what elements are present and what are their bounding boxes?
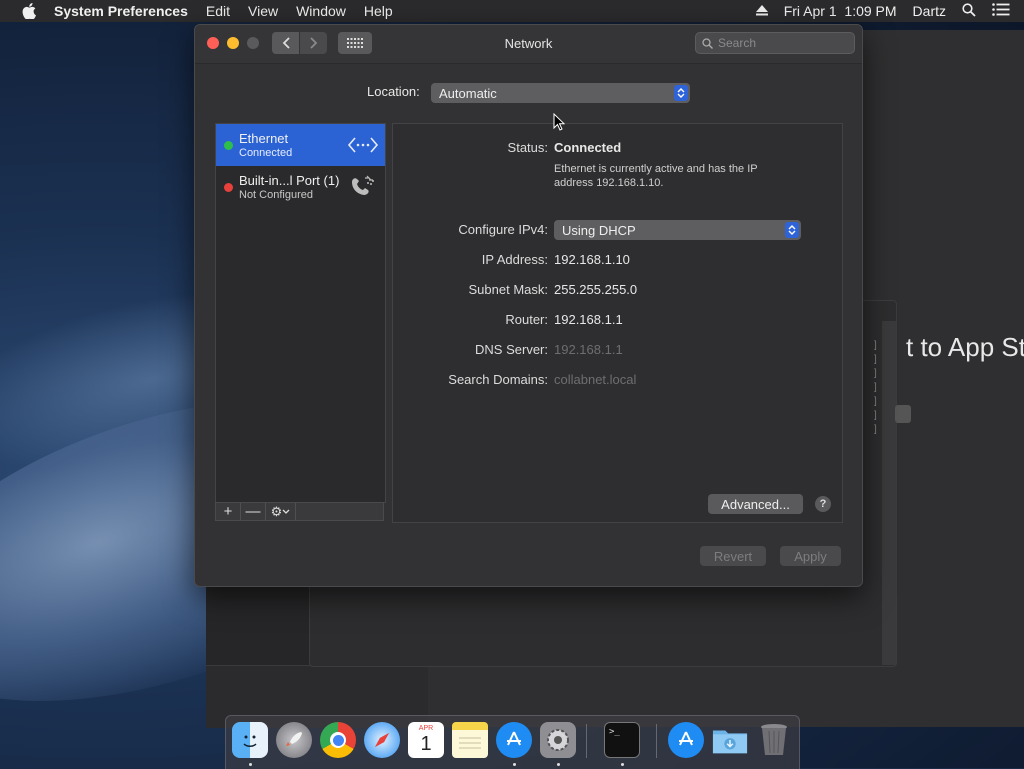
- status-dot-green: [224, 141, 233, 150]
- spotlight-search-icon[interactable]: [962, 2, 976, 20]
- menubar-user[interactable]: Dartz: [913, 3, 946, 19]
- service-item-ethernet[interactable]: Ethernet Connected: [216, 124, 385, 166]
- router-value: 192.168.1.1: [554, 312, 623, 327]
- configure-ipv4-label: Configure IPv4:: [458, 222, 548, 237]
- service-item-builtin-port[interactable]: Built-in...l Port (1) Not Configured: [216, 166, 385, 208]
- title-bar[interactable]: Network Search: [195, 25, 862, 63]
- dns-server-value: 192.168.1.1: [554, 342, 623, 357]
- calendar-icon[interactable]: APR 1: [408, 722, 444, 758]
- network-preferences-window: Network Search Location: Automatic Ether…: [194, 24, 863, 587]
- service-status: Not Configured: [239, 189, 313, 201]
- remove-service-button[interactable]: —: [241, 503, 266, 520]
- location-value: Automatic: [439, 85, 497, 101]
- chevron-down-icon: [282, 509, 290, 514]
- service-name: Ethernet: [239, 131, 289, 146]
- updown-arrows-icon: [785, 222, 799, 238]
- title-separator: [195, 63, 862, 64]
- notification-center-icon[interactable]: [992, 3, 1010, 19]
- revert-button[interactable]: Revert: [700, 546, 766, 566]
- trash-icon[interactable]: [756, 722, 792, 758]
- apply-button[interactable]: Apply: [780, 546, 841, 566]
- app-store-icon[interactable]: [496, 722, 532, 758]
- menu-app-name[interactable]: System Preferences: [54, 3, 188, 19]
- menu-help[interactable]: Help: [364, 3, 393, 19]
- launchpad-icon[interactable]: [276, 722, 312, 758]
- service-details-panel: Status: Connected Ethernet is currently …: [392, 123, 843, 523]
- dns-server-label: DNS Server:: [475, 342, 548, 357]
- updown-arrows-icon: [674, 85, 688, 101]
- running-indicator: [249, 763, 252, 766]
- help-button[interactable]: ?: [815, 496, 831, 512]
- service-list-toolbar: + — ⚙: [215, 502, 384, 521]
- location-label: Location:: [367, 84, 420, 99]
- subnet-mask-label: Subnet Mask:: [468, 282, 549, 297]
- menu-view[interactable]: View: [248, 3, 278, 19]
- dock-separator: [586, 724, 587, 758]
- running-indicator: [557, 763, 560, 766]
- menu-window[interactable]: Window: [296, 3, 346, 19]
- app-store-folder-icon[interactable]: [668, 722, 704, 758]
- service-name: Built-in...l Port (1): [239, 173, 340, 188]
- service-status: Connected: [239, 147, 293, 159]
- status-value: Connected: [554, 140, 622, 155]
- search-domains-value: collabnet.local: [554, 372, 637, 387]
- chrome-icon[interactable]: [320, 722, 356, 758]
- system-preferences-icon[interactable]: [540, 722, 576, 758]
- running-indicator: [513, 763, 516, 766]
- menubar-clock[interactable]: Fri Apr 1 1:09 PM: [784, 3, 897, 19]
- ip-address-value: 192.168.1.10: [554, 252, 630, 267]
- subnet-mask-value: 255.255.255.0: [554, 282, 638, 297]
- finder-icon[interactable]: [232, 722, 268, 758]
- ip-address-label: IP Address:: [481, 252, 548, 267]
- search-field[interactable]: Search: [695, 32, 855, 54]
- background-scrollbar: [882, 321, 896, 665]
- status-description: Ethernet is currently active and has the…: [554, 163, 758, 189]
- safari-icon[interactable]: [364, 722, 400, 758]
- location-popup[interactable]: Automatic: [431, 83, 690, 103]
- gear-icon: ⚙: [270, 503, 283, 519]
- notes-icon[interactable]: [452, 722, 488, 758]
- background-button[interactable]: [895, 405, 911, 423]
- dock-separator: [656, 724, 657, 758]
- running-indicator: [621, 763, 624, 766]
- background-window-text: t to App Sto: [906, 332, 1024, 362]
- configure-ipv4-popup[interactable]: Using DHCP: [554, 220, 801, 240]
- calendar-month: APR: [418, 725, 434, 732]
- add-service-button[interactable]: +: [216, 503, 241, 520]
- dock: APR 1 >_: [225, 715, 800, 769]
- background-lines: ]]]]]]]: [874, 340, 877, 435]
- service-list: Ethernet Connected Built-in...l Port (1)…: [215, 123, 386, 503]
- eject-icon[interactable]: [755, 3, 768, 19]
- mouse-cursor-icon: [553, 113, 565, 131]
- search-domains-label: Search Domains:: [448, 372, 548, 387]
- search-placeholder: Search: [718, 36, 757, 50]
- status-label: Status:: [507, 140, 548, 155]
- configure-ipv4-value: Using DHCP: [562, 222, 636, 238]
- ethernet-icon: [347, 137, 379, 153]
- service-action-menu-button[interactable]: ⚙: [266, 503, 296, 520]
- calendar-day: 1: [420, 733, 432, 755]
- status-dot-red: [224, 183, 233, 192]
- downloads-folder-icon[interactable]: [712, 722, 748, 758]
- terminal-icon[interactable]: >_: [604, 722, 640, 758]
- search-icon: [702, 37, 713, 49]
- menu-bar: System Preferences Edit View Window Help…: [0, 0, 1024, 22]
- advanced-button[interactable]: Advanced...: [708, 494, 803, 514]
- apple-icon[interactable]: [20, 3, 38, 19]
- phone-modem-icon: [352, 175, 374, 195]
- router-label: Router:: [505, 312, 548, 327]
- menu-edit[interactable]: Edit: [206, 3, 230, 19]
